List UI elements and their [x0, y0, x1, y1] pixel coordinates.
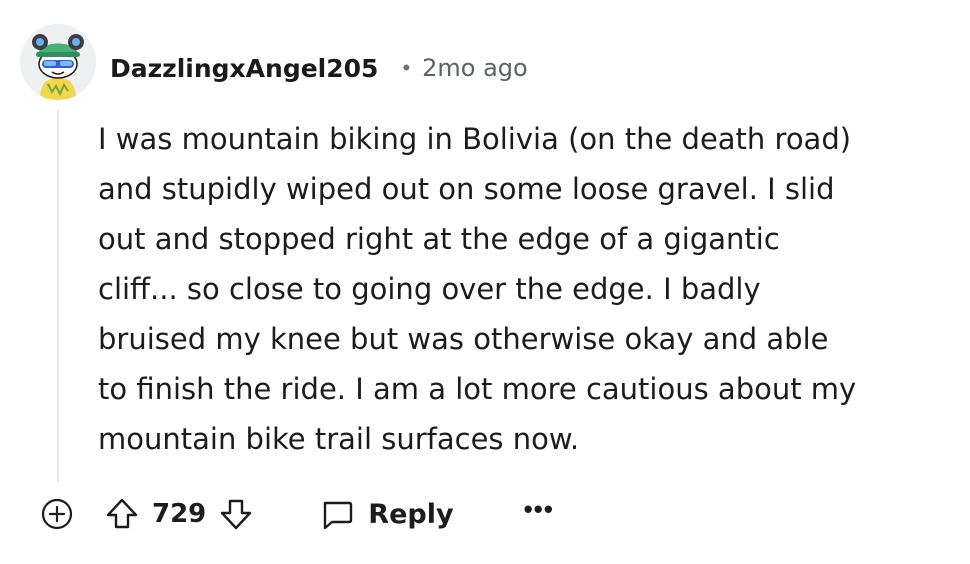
snoo-avatar-icon[interactable] — [20, 24, 96, 100]
more-options-button[interactable]: ••• — [524, 496, 554, 529]
upvote-arrow-icon[interactable] — [100, 492, 144, 536]
reply-button[interactable]: Reply — [318, 495, 454, 533]
username[interactable]: DazzlingxAngel205 — [110, 54, 378, 83]
meta-separator: • — [402, 55, 411, 80]
comment-header: DazzlingxAngel205 • 2mo ago — [110, 50, 528, 86]
comment-body: I was mountain biking in Bolivia (on the… — [98, 122, 857, 456]
downvote-arrow-icon[interactable] — [214, 492, 258, 536]
vote-score: 729 — [152, 499, 207, 529]
timestamp[interactable]: 2mo ago — [422, 54, 528, 82]
comment-actions: 729 Reply ••• — [38, 492, 554, 536]
thread-line[interactable] — [57, 110, 59, 482]
reply-label: Reply — [368, 498, 454, 530]
speech-bubble-icon — [318, 495, 356, 533]
plus-circle-icon[interactable] — [38, 495, 76, 533]
comment: DazzlingxAngel205 • 2mo ago I was mounta… — [0, 0, 970, 564]
